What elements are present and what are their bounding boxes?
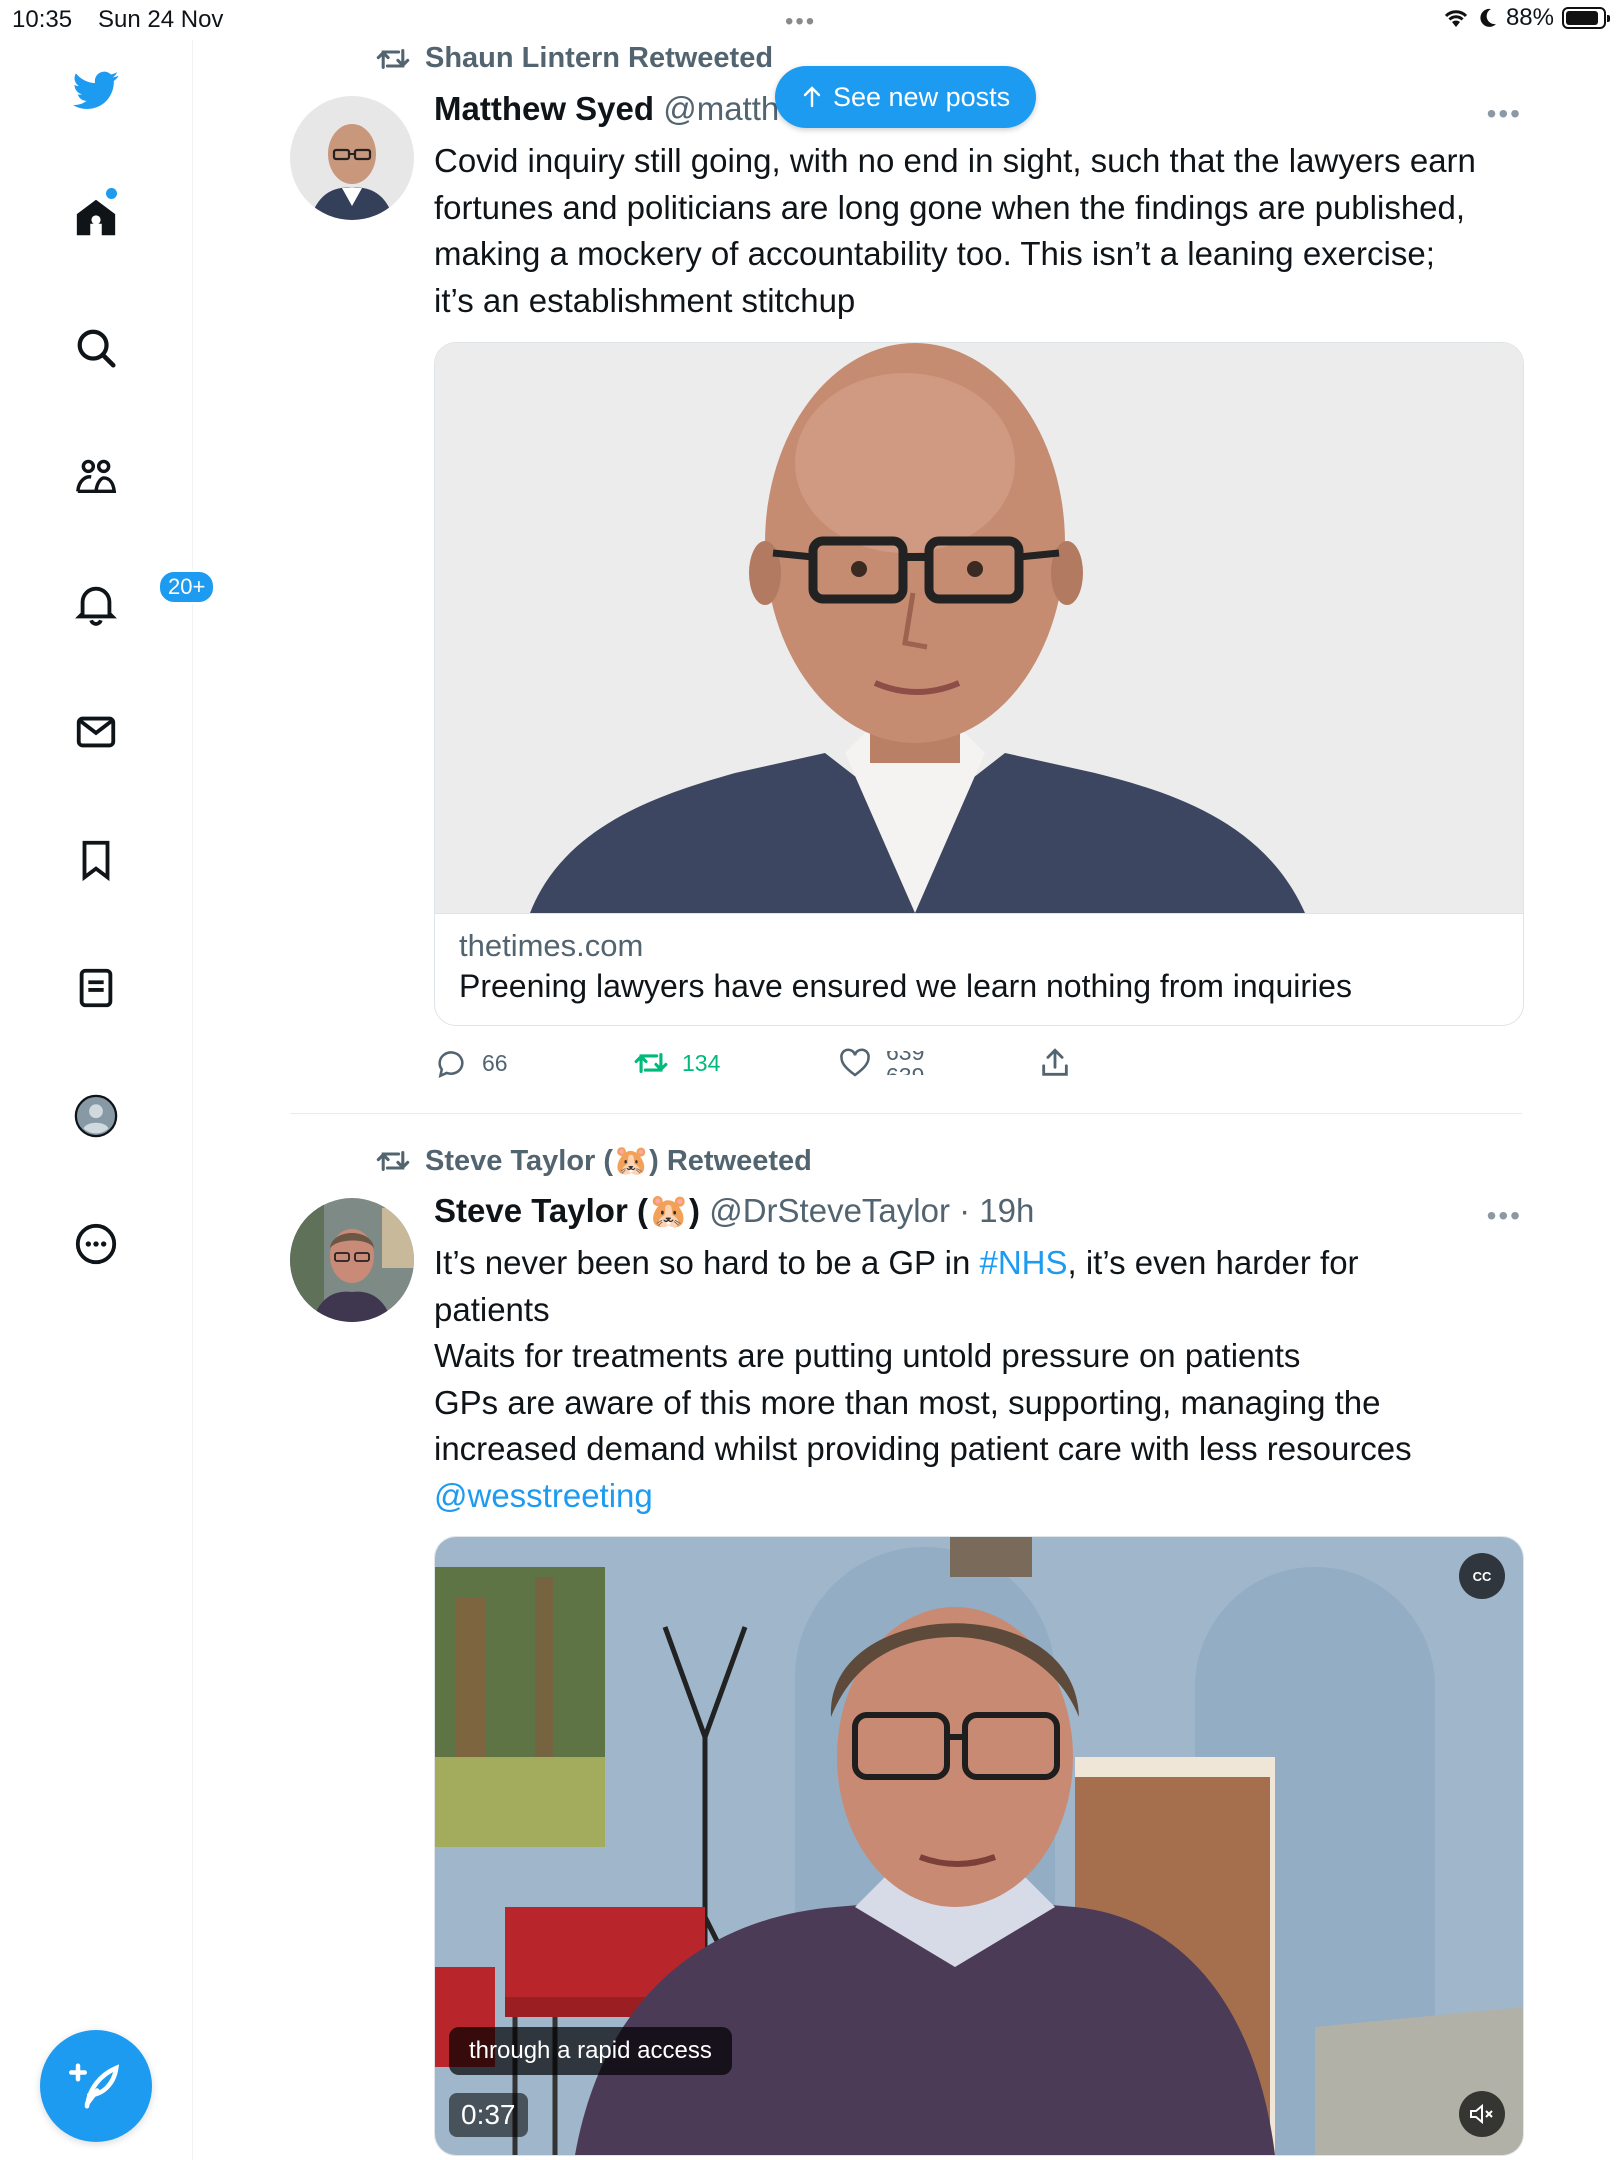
author-handle[interactable]: @DrSteveTaylor <box>709 1192 950 1229</box>
status-date: Sun 24 Nov <box>98 6 224 33</box>
tweet-text: It’s never been so hard to be a GP in #N… <box>434 1240 1524 1519</box>
tweet[interactable]: Steve Taylor (🐹) Retweeted Steve Taylor … <box>290 1114 1524 2160</box>
like-count-rolling: 639 639 <box>886 1051 936 1075</box>
more-icon[interactable] <box>70 1218 122 1270</box>
retweeted-by-label: Steve Taylor (🐹) Retweeted <box>425 1145 812 1177</box>
retweet-context[interactable]: Shaun Lintern Retweeted <box>375 42 773 75</box>
tweet-actions: 66 134 639 639 <box>434 1046 1134 1086</box>
like-button[interactable]: 639 639 <box>838 1046 936 1080</box>
compose-button[interactable] <box>40 2030 152 2142</box>
battery-icon <box>1562 7 1610 29</box>
retweet-count: 134 <box>682 1049 721 1076</box>
tweet-text-segment: , it’s even harder for <box>1067 1244 1359 1281</box>
closed-captions-button[interactable]: CC <box>1459 1553 1505 1599</box>
twitter-logo-icon[interactable] <box>70 64 122 116</box>
tweet-text-line: fortunes and politicians are long gone w… <box>434 188 1466 226</box>
lists-icon[interactable] <box>70 962 122 1014</box>
retweet-icon <box>376 1151 410 1171</box>
tweet-text-segment: It’s never been so hard to be a GP in <box>434 1244 980 1281</box>
home-icon[interactable] <box>70 188 122 244</box>
link-card[interactable]: thetimes.com Preening lawyers have ensur… <box>434 342 1524 1026</box>
notifications-icon[interactable]: 20+ <box>70 570 216 630</box>
reply-button[interactable]: 66 <box>434 1046 508 1080</box>
tweet-text-line: making a mockery of accountability too. … <box>434 235 1435 272</box>
retweeted-by-label: Shaun Lintern Retweeted <box>425 42 774 74</box>
more-options-icon[interactable]: ••• <box>1487 98 1522 130</box>
retweet-icon <box>376 48 410 69</box>
author-handle[interactable]: @matth <box>663 90 779 127</box>
see-new-posts-label: See new posts <box>833 81 1011 112</box>
reply-icon <box>438 1051 464 1078</box>
tweet-author[interactable]: Matthew Syed @matth <box>434 90 779 128</box>
avatar[interactable] <box>290 96 414 220</box>
link-card-title: Preening lawyers have ensured we learn n… <box>459 968 1352 1004</box>
tweet-text-line: it’s an establishment stitchup <box>434 281 856 319</box>
tweet-text-line: Covid inquiry still going, with no end i… <box>434 142 1476 179</box>
notifications-badge: 20+ <box>158 570 216 604</box>
tweet-text-line: patients <box>434 1290 550 1328</box>
tweet-text-line: It’s never been so hard to be a GP in #N… <box>434 1240 1524 1287</box>
compose-feather-icon <box>69 2063 120 2109</box>
status-time: 10:35 <box>12 6 73 33</box>
more-options-icon[interactable]: ••• <box>1487 1200 1522 1232</box>
mute-button[interactable] <box>1459 2091 1505 2137</box>
tweet[interactable]: Shaun Lintern Retweeted Matthew Syed @ma… <box>290 0 1524 1110</box>
heart-icon <box>840 1048 870 1077</box>
hashtag-link[interactable]: #NHS <box>979 1244 1067 1281</box>
share-icon <box>1042 1048 1068 1076</box>
video-caption: through a rapid access <box>449 2027 732 2075</box>
author-name[interactable]: Matthew Syed <box>434 90 654 127</box>
home-unread-dot <box>106 188 117 199</box>
author-name[interactable]: Steve Taylor (🐹) <box>434 1192 700 1229</box>
tweet-text-line: Waits for treatments are putting untold … <box>434 1337 1301 1374</box>
profile-icon[interactable] <box>70 1090 122 1142</box>
speaker-muted-icon <box>1470 2103 1493 2125</box>
bookmarks-icon[interactable] <box>70 834 122 886</box>
video-duration: 0:37 <box>449 2093 528 2137</box>
messages-icon[interactable] <box>70 706 122 758</box>
link-card-image[interactable] <box>435 343 1523 914</box>
search-icon[interactable] <box>70 322 122 374</box>
communities-icon[interactable] <box>70 450 122 502</box>
share-button[interactable] <box>1038 1046 1072 1080</box>
tweet-text: Covid inquiry still going, with no end i… <box>434 138 1524 324</box>
tweet-time[interactable]: · 19h <box>959 1192 1034 1229</box>
link-card-domain: thetimes.com <box>459 928 644 963</box>
retweet-icon <box>634 1052 668 1074</box>
tweet-text-line: increased demand whilst providing patien… <box>434 1430 1412 1467</box>
retweet-button[interactable]: 134 <box>634 1046 720 1080</box>
video-player[interactable]: CC through a rapid access 0:37 <box>434 1536 1524 2156</box>
tweet-author[interactable]: Steve Taylor (🐹) @DrSteveTaylor · 19h <box>434 1192 1034 1231</box>
see-new-posts-button[interactable]: See new posts <box>775 66 1037 128</box>
retweet-context[interactable]: Steve Taylor (🐹) Retweeted <box>375 1144 812 1178</box>
like-count-next: 639 <box>886 1063 924 1075</box>
sidebar: 20+ <box>0 40 216 2160</box>
avatar[interactable] <box>290 1198 414 1322</box>
reply-count: 66 <box>482 1049 508 1076</box>
cc-icon: CC <box>1472 1568 1492 1584</box>
mention-link[interactable]: @wesstreeting <box>434 1473 1524 1520</box>
arrow-up-icon <box>803 86 821 108</box>
tweet-text-line: GPs are aware of this more than most, su… <box>434 1383 1381 1421</box>
